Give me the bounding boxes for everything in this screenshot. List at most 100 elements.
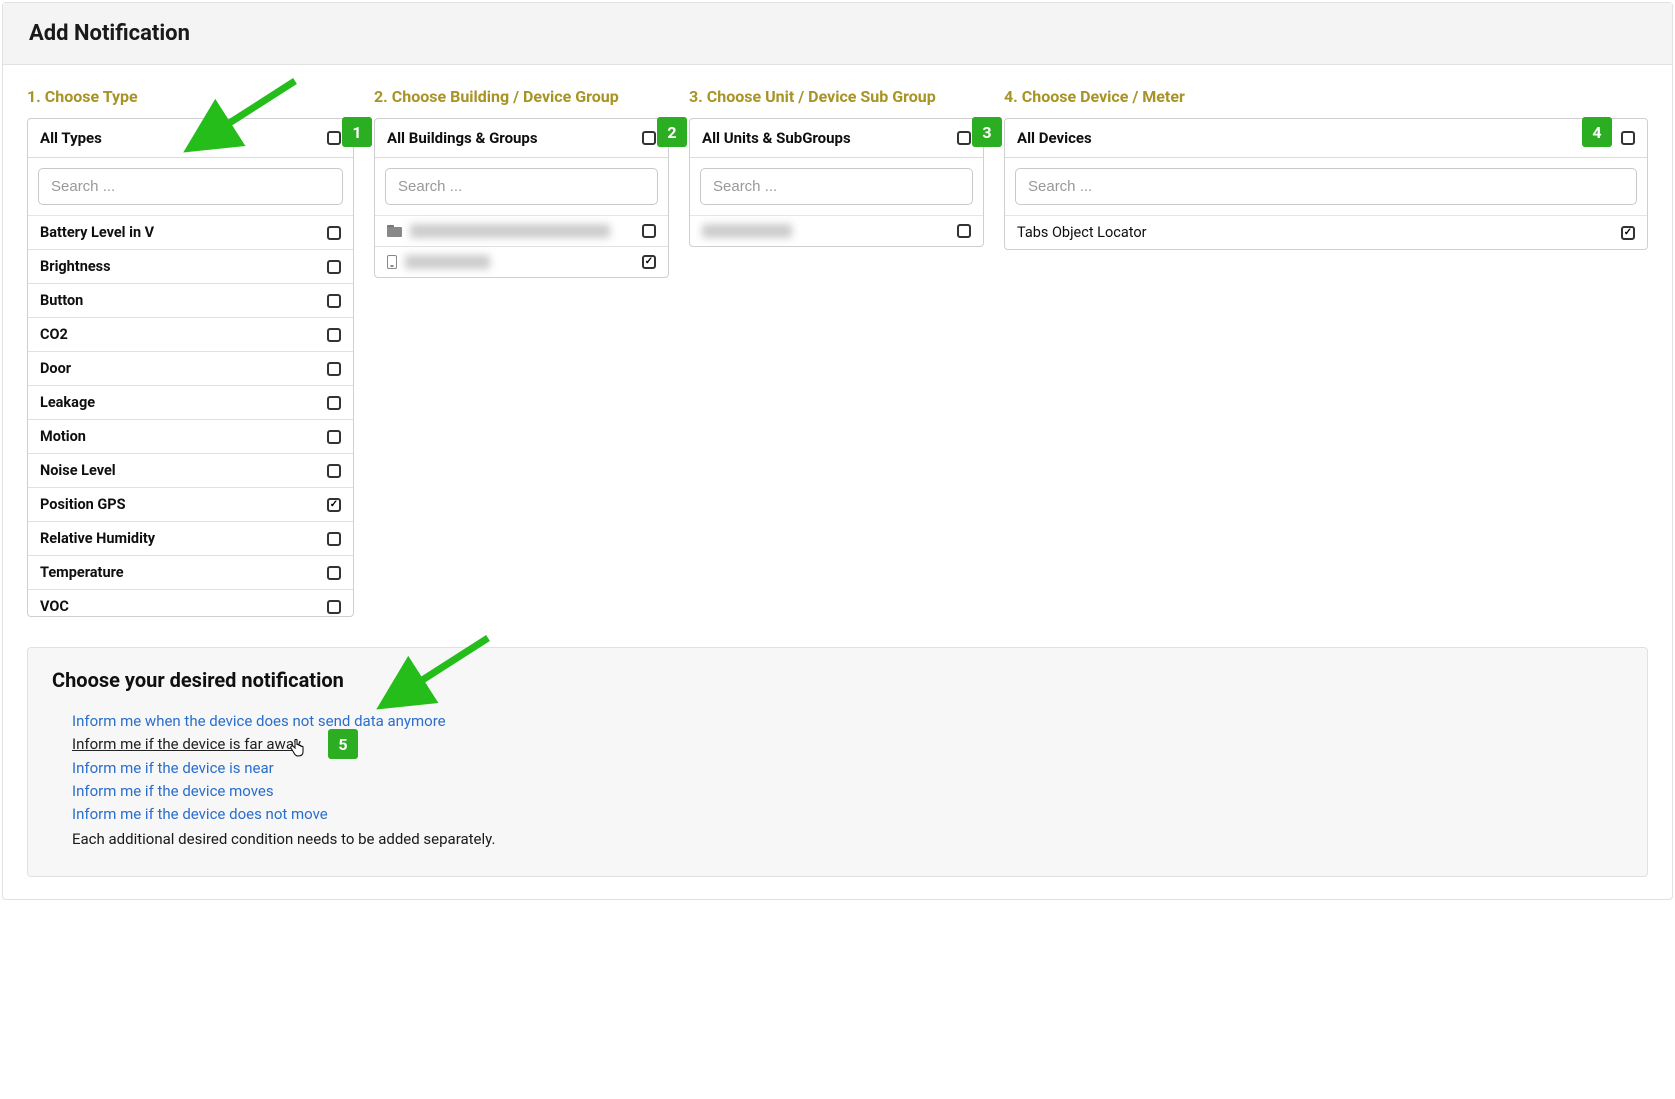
item-checkbox[interactable] [327, 294, 341, 308]
panel-title-units: All Units & SubGroups [702, 129, 851, 147]
types-list[interactable]: Battery Level in V Brightness Button CO2 Doo… [28, 216, 353, 616]
item-checkbox[interactable] [327, 362, 341, 376]
list-item[interactable] [690, 216, 983, 246]
list-item[interactable]: Relative Humidity [28, 522, 353, 556]
step-label-3: 3. Choose Unit / Device Sub Group [689, 87, 984, 106]
notification-note: Each additional desired condition needs … [72, 830, 1623, 848]
list-item[interactable]: Position GPS [28, 488, 353, 522]
item-checkbox[interactable] [327, 226, 341, 240]
search-wrap-types [28, 158, 353, 216]
list-item[interactable]: Brightness [28, 250, 353, 284]
list-item[interactable]: Noise Level [28, 454, 353, 488]
list-item[interactable]: VOC [28, 590, 353, 616]
panel-buildings: All Buildings & Groups [374, 118, 669, 278]
list-item[interactable]: Door [28, 352, 353, 386]
type-item-label: Brightness [40, 258, 111, 275]
device-icon [387, 255, 397, 269]
type-item-label: CO2 [40, 326, 68, 343]
panel-header-units: All Units & SubGroups [690, 119, 983, 158]
page-header: Add Notification [3, 3, 1672, 65]
type-item-label: Noise Level [40, 462, 116, 479]
search-input-devices[interactable] [1015, 168, 1637, 205]
item-checkbox[interactable] [327, 600, 341, 614]
type-item-label: Door [40, 360, 71, 377]
notif-link-no-data[interactable]: Inform me when the device does not send … [72, 710, 446, 733]
item-checkbox[interactable] [327, 532, 341, 546]
panel-title-buildings: All Buildings & Groups [387, 129, 538, 147]
notif-link-not-move[interactable]: Inform me if the device does not move [72, 803, 328, 826]
list-item[interactable] [375, 247, 668, 277]
devices-list: Tabs Object Locator [1005, 216, 1647, 249]
item-checkbox[interactable] [957, 224, 971, 238]
notif-link-near[interactable]: Inform me if the device is near [72, 757, 274, 780]
item-checkbox[interactable] [327, 566, 341, 580]
type-item-label: Relative Humidity [40, 530, 155, 547]
list-item[interactable]: Leakage [28, 386, 353, 420]
panel-units: All Units & SubGroups [689, 118, 984, 247]
notification-panel: Choose your desired notification Inform … [27, 647, 1648, 877]
item-checkbox[interactable] [642, 224, 656, 238]
select-all-types-checkbox[interactable] [327, 131, 341, 145]
select-all-devices-checkbox[interactable] [1621, 131, 1635, 145]
column-type: 1. Choose Type 1 All Types Battery Level… [27, 87, 354, 617]
redacted-label [410, 224, 610, 238]
column-unit: 3. Choose Unit / Device Sub Group 3 All … [689, 87, 984, 247]
list-item[interactable]: Tabs Object Locator [1005, 216, 1647, 249]
page-container: Add Notification 1. Choose Type 1 All Ty [2, 2, 1673, 900]
type-item-label: Position GPS [40, 496, 126, 513]
notification-section-title: Choose your desired notification [52, 668, 1623, 692]
select-all-units-checkbox[interactable] [957, 131, 971, 145]
item-checkbox[interactable] [1621, 226, 1635, 240]
item-checkbox[interactable] [327, 260, 341, 274]
search-wrap-units [690, 158, 983, 216]
list-item[interactable] [375, 216, 668, 247]
step-badge-5: 5 [328, 729, 358, 759]
page-title: Add Notification [29, 21, 1646, 46]
type-item-label: Button [40, 292, 83, 309]
item-checkbox[interactable] [327, 498, 341, 512]
notification-links: Inform me when the device does not send … [52, 710, 1623, 848]
list-item[interactable]: Motion [28, 420, 353, 454]
device-item-label: Tabs Object Locator [1017, 224, 1147, 241]
panel-title-devices: All Devices [1017, 129, 1092, 147]
folder-icon [387, 225, 402, 237]
list-item[interactable]: CO2 [28, 318, 353, 352]
column-building: 2. Choose Building / Device Group 2 All … [374, 87, 669, 278]
step-label-1: 1. Choose Type [27, 87, 354, 106]
search-input-types[interactable] [38, 168, 343, 205]
column-device: 4. Choose Device / Meter 4 All Devices T… [1004, 87, 1648, 250]
step-badge-4: 4 [1582, 117, 1612, 147]
item-checkbox[interactable] [327, 396, 341, 410]
panel-header-types: All Types [28, 119, 353, 158]
list-item[interactable]: Battery Level in V [28, 216, 353, 250]
step-label-2: 2. Choose Building / Device Group [374, 87, 669, 106]
type-item-label: VOC [40, 598, 69, 615]
list-item[interactable]: Temperature [28, 556, 353, 590]
search-wrap-buildings [375, 158, 668, 216]
step-badge-3: 3 [972, 117, 1002, 147]
notif-link-moves[interactable]: Inform me if the device moves [72, 780, 274, 803]
buildings-list [375, 216, 668, 277]
item-checkbox[interactable] [327, 328, 341, 342]
units-list [690, 216, 983, 246]
search-input-buildings[interactable] [385, 168, 658, 205]
select-all-buildings-checkbox[interactable] [642, 131, 656, 145]
list-item[interactable]: Button [28, 284, 353, 318]
type-item-label: Leakage [40, 394, 95, 411]
panel-devices: All Devices Tabs Object Locator [1004, 118, 1648, 250]
type-item-label: Battery Level in V [40, 224, 154, 241]
panel-types: All Types Battery Level in V Brightness Bu… [27, 118, 354, 617]
type-item-label: Temperature [40, 564, 124, 581]
selection-columns: 1. Choose Type 1 All Types Battery Level… [27, 87, 1648, 617]
page-body: 1. Choose Type 1 All Types Battery Level… [3, 65, 1672, 899]
panel-header-buildings: All Buildings & Groups [375, 119, 668, 158]
step-badge-2: 2 [657, 117, 687, 147]
redacted-label [405, 255, 490, 269]
redacted-label [702, 224, 792, 238]
item-checkbox[interactable] [642, 255, 656, 269]
item-checkbox[interactable] [327, 430, 341, 444]
item-checkbox[interactable] [327, 464, 341, 478]
search-input-units[interactable] [700, 168, 973, 205]
type-item-label: Motion [40, 428, 86, 445]
notif-link-far-away[interactable]: Inform me if the device is far away [72, 733, 301, 756]
